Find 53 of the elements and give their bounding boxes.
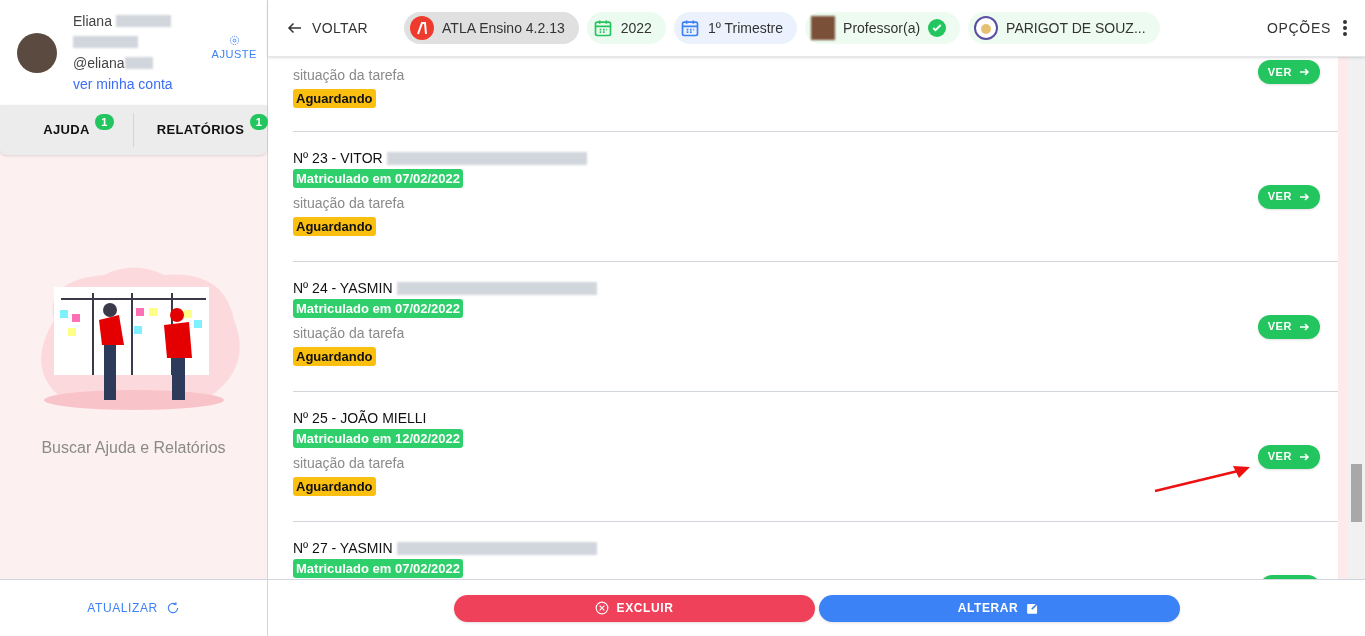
blurred-text (73, 36, 138, 48)
calendar-icon (679, 18, 700, 38)
context-chip[interactable]: Professor(a) (805, 12, 961, 44)
enrollment-badge: Matriculado em 07/02/2022 (293, 299, 464, 318)
context-chip[interactable]: PARIGOT DE SOUZ... (968, 12, 1160, 44)
status-badge: Aguardando (293, 477, 376, 496)
avatar (17, 32, 57, 73)
status-badge: Aguardando (293, 347, 376, 366)
cancel-icon (594, 601, 609, 615)
arrow-right-icon (1298, 450, 1310, 463)
delete-button[interactable]: EXCLUIR (453, 594, 815, 622)
student-name: Nº 25 - JOÃO MIELLI (293, 408, 427, 428)
account-link[interactable]: ver minha conta (73, 73, 196, 95)
blurred-text (115, 15, 171, 27)
more-vertical-icon (1343, 20, 1347, 36)
status-label: situação da tarefa (293, 324, 405, 343)
status-label: situação da tarefa (293, 454, 405, 473)
arrow-right-icon (1298, 66, 1310, 78)
status-label: situação da tarefa (293, 194, 405, 213)
calendar-icon (592, 18, 613, 38)
settings-icon (228, 34, 240, 46)
edit-icon (1026, 601, 1041, 615)
student-name: Nº 27 - YASMIN (293, 538, 393, 558)
status-badge: Aguardando (293, 89, 376, 108)
refresh-icon (165, 601, 180, 615)
user-name: Eliana (73, 11, 112, 31)
status-label: situação da tarefa (293, 66, 405, 85)
status-badge: Aguardando (293, 217, 376, 236)
enrollment-badge: Matriculado em 07/02/2022 (293, 169, 464, 188)
school-emblem-icon (974, 16, 999, 40)
enrollment-badge: Matriculado em 12/02/2022 (293, 429, 464, 448)
scrollbar[interactable] (1348, 57, 1365, 579)
edit-button[interactable]: ALTERAR (818, 594, 1180, 622)
context-chip[interactable]: 1º Trimestre (673, 12, 798, 44)
context-chip[interactable]: 2022 (586, 12, 666, 44)
options-button[interactable]: OPÇÕES (1266, 17, 1347, 39)
enrollment-badge: Matriculado em 07/02/2022 (293, 559, 464, 578)
blurred-text (124, 57, 153, 69)
app-logo-icon (410, 16, 435, 40)
user-handle: @eliana (73, 53, 125, 73)
count-badge: 1 (249, 114, 269, 131)
student-name: Nº 24 - YASMIN (293, 278, 393, 298)
back-button[interactable]: VOLTAR (286, 17, 369, 39)
context-chip[interactable]: ATLA Ensino 4.2.13 (404, 12, 579, 44)
refresh-button[interactable]: ATUALIZAR (87, 599, 180, 617)
avatar (811, 16, 836, 40)
student-name: Nº 23 - VITOR (293, 148, 383, 168)
check-circle-icon (928, 19, 947, 37)
arrow-right-icon (1298, 190, 1310, 203)
arrow-right-icon (1298, 320, 1310, 333)
count-badge: 1 (95, 114, 114, 131)
empty-state-caption: Buscar Ajuda e Relatórios (41, 437, 226, 458)
settings-button[interactable]: AJUSTE (211, 34, 257, 63)
